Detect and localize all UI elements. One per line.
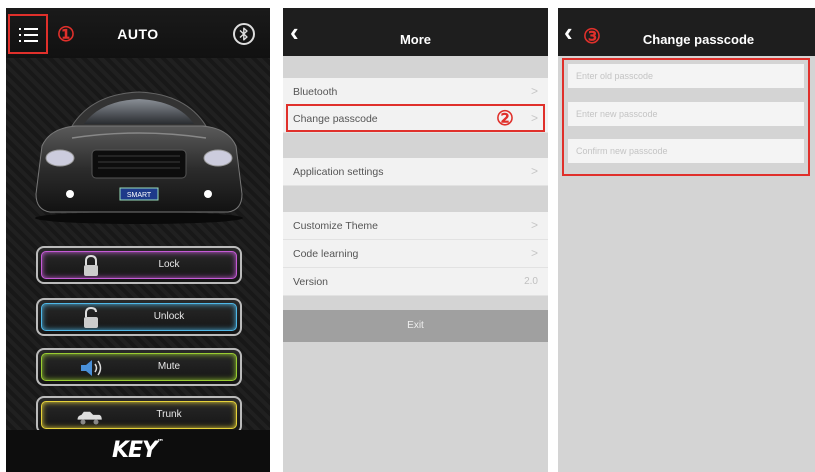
menu-item-label: Application settings xyxy=(293,166,384,178)
brand-footer: KEY™ xyxy=(6,430,270,472)
mute-label: Mute xyxy=(157,361,181,372)
exit-button[interactable]: Exit xyxy=(283,310,548,342)
menu-item-bluetooth[interactable]: Bluetooth > xyxy=(283,78,548,106)
group-spacer xyxy=(283,133,548,158)
unlock-label: Unlock xyxy=(153,311,185,322)
license-plate: SMART xyxy=(127,192,152,199)
page-title: More xyxy=(399,32,432,47)
brand-logo: KEY™ xyxy=(6,438,270,463)
group-spacer xyxy=(283,186,548,211)
unlock-button[interactable]: Unlock xyxy=(36,298,242,336)
bluetooth-icon xyxy=(239,27,248,41)
menu-item-customize-theme[interactable]: Customize Theme > xyxy=(283,212,548,240)
lock-label: Lock xyxy=(158,259,180,270)
annotation-marker-2: ② xyxy=(496,108,514,130)
home-body: SMART Lock Unlock Mute Trunk xyxy=(6,58,270,434)
nav-bar: ‹ More xyxy=(283,8,548,56)
menu-item-label: Bluetooth xyxy=(293,86,338,98)
home-screen: ① AUTO SMART Lock Unlock Mute Trunk KEY™ xyxy=(6,8,270,472)
car-image: SMART xyxy=(35,91,243,224)
menu-item-label: Version xyxy=(293,276,329,288)
menu-item-application-settings[interactable]: Application settings > xyxy=(283,158,548,186)
page-title: Change passcode xyxy=(642,32,755,47)
menu-item-label: Customize Theme xyxy=(293,220,379,232)
trademark-mark: ™ xyxy=(157,438,164,446)
menu-item-code-learning[interactable]: Code learning > xyxy=(283,240,548,268)
home-top-bar: ① AUTO xyxy=(6,8,270,58)
brand-logo-text: KEY xyxy=(111,438,158,463)
chevron-right-icon: > xyxy=(530,84,538,98)
mute-button[interactable]: Mute xyxy=(36,348,242,386)
exit-label: Exit xyxy=(407,320,424,331)
trunk-label: Trunk xyxy=(156,409,182,420)
version-value: 2.0 xyxy=(524,276,538,287)
chevron-right-icon: > xyxy=(530,164,538,178)
menu-item-label: Code learning xyxy=(293,248,359,260)
new-passcode-input[interactable] xyxy=(568,102,804,126)
nav-bar: ‹ ③ Change passcode xyxy=(558,8,815,56)
bluetooth-button[interactable] xyxy=(233,23,255,45)
group-spacer xyxy=(283,56,548,76)
lock-button[interactable]: Lock xyxy=(36,246,242,284)
change-passcode-screen: ‹ ③ Change passcode xyxy=(558,8,815,472)
chevron-right-icon: > xyxy=(530,218,538,232)
menu-item-version: Version 2.0 xyxy=(283,268,548,296)
confirm-passcode-input[interactable] xyxy=(568,139,804,163)
page-title: AUTO xyxy=(117,26,159,42)
chevron-right-icon: > xyxy=(530,246,538,260)
old-passcode-input[interactable] xyxy=(568,64,804,88)
more-screen: ‹ More Bluetooth > Change passcode > ② A… xyxy=(283,8,548,472)
trunk-button[interactable]: Trunk xyxy=(36,396,242,434)
